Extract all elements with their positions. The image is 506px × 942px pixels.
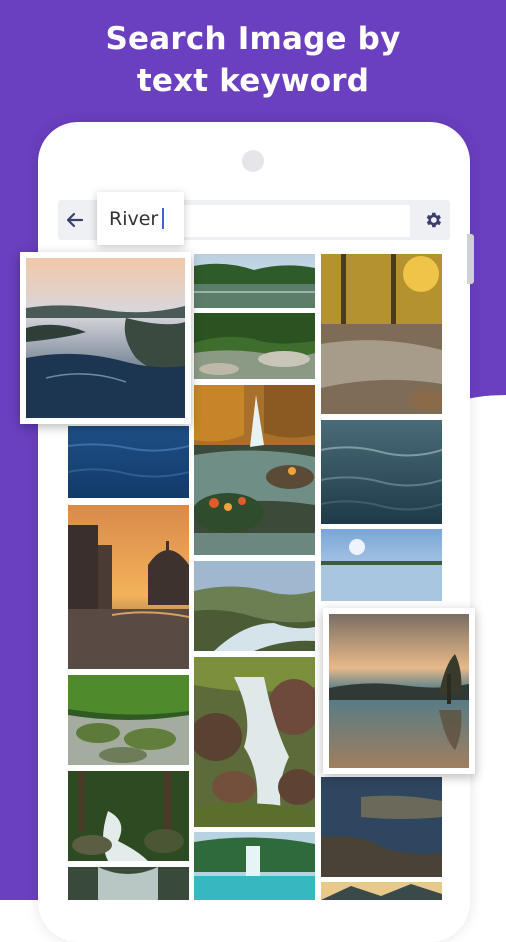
result-image-aerial-river-sunrise[interactable]	[20, 252, 191, 424]
result-image-rippled-water-dark[interactable]	[321, 420, 442, 524]
phone-side-button	[467, 234, 474, 284]
text-caret	[162, 208, 165, 229]
result-image-lake-forest-reflection[interactable]	[194, 254, 315, 308]
result-image-mossy-stream-rocks[interactable]	[68, 675, 189, 765]
result-image-rocky-shore-lake[interactable]	[321, 777, 442, 877]
result-image-cascade-rocky-stream[interactable]	[194, 657, 315, 827]
back-button[interactable]	[62, 207, 88, 233]
result-image-green-river-rocks[interactable]	[194, 313, 315, 379]
gear-icon	[426, 212, 442, 228]
headline-line-1: Search Image by	[105, 21, 401, 57]
result-image-mountain-lake-bottom[interactable]	[321, 882, 442, 900]
result-image-misty-lake-tree[interactable]	[323, 608, 475, 774]
search-query-text: River	[109, 207, 159, 230]
result-image-river-bottom-left[interactable]	[68, 867, 189, 900]
result-image-tropical-waterfall-pool[interactable]	[194, 832, 315, 900]
result-image-valley-river-rapids[interactable]	[194, 561, 315, 651]
phone-camera	[242, 150, 264, 172]
result-image-blue-water-surface[interactable]	[68, 426, 189, 498]
promo-headline: Search Image by text keyword	[0, 18, 506, 102]
arrow-left-icon	[66, 212, 84, 228]
result-image-forest-stream-autumn[interactable]	[321, 254, 442, 414]
settings-button[interactable]	[420, 207, 446, 233]
headline-line-2: text keyword	[136, 63, 370, 99]
result-image-calm-lake-sky[interactable]	[321, 529, 442, 601]
search-input-field[interactable]	[184, 205, 410, 237]
result-image-venice-canal-sunset[interactable]	[68, 505, 189, 669]
search-query-highlight[interactable]: River	[97, 192, 184, 245]
result-image-forest-creek[interactable]	[68, 771, 189, 861]
result-image-autumn-waterfall-rocks[interactable]	[194, 385, 315, 555]
